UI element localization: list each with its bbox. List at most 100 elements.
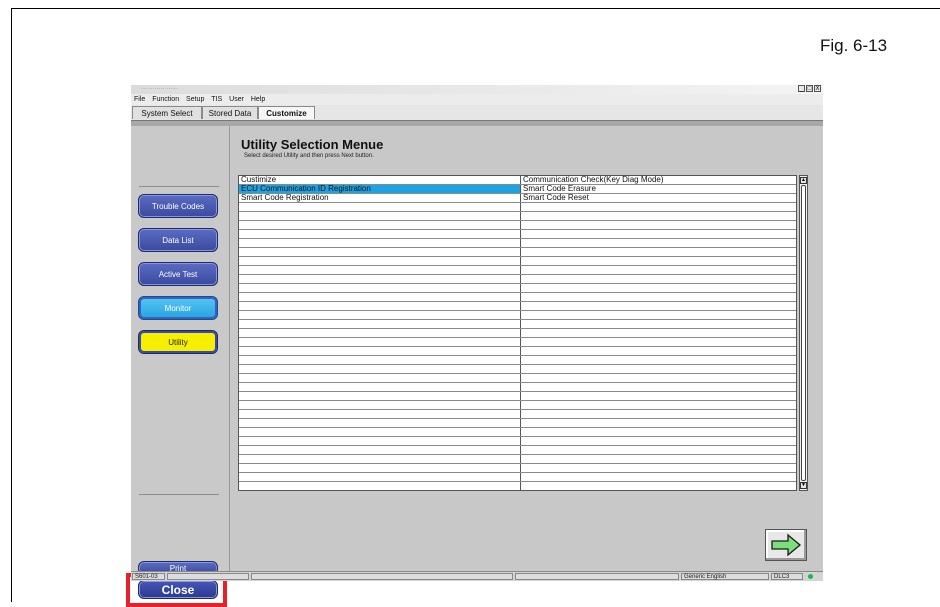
close-button[interactable]: Close (138, 580, 218, 599)
utility-item-right (521, 293, 796, 301)
status-field (251, 573, 513, 580)
menu-tis[interactable]: TIS (211, 96, 222, 103)
utility-item-left (239, 320, 520, 328)
menu-help[interactable]: Help (251, 96, 265, 103)
monitor-button[interactable]: Monitor (138, 296, 218, 320)
utility-item-right (521, 239, 796, 247)
utility-item-right (521, 329, 796, 337)
status-field (167, 573, 249, 580)
utility-item-left (239, 455, 520, 463)
sidebar-separator (139, 186, 219, 187)
active-test-button[interactable]: Active Test (138, 262, 218, 286)
scroll-thumb[interactable] (801, 185, 806, 481)
main-panel: Utility Selection Menue Select desired U… (230, 126, 823, 571)
menu-user[interactable]: User (229, 96, 244, 103)
table-row (239, 392, 796, 401)
figure-label: Fig. 6-13 (820, 36, 888, 55)
sidebar-separator (139, 494, 219, 495)
table-row (239, 284, 796, 293)
utility-item-left (239, 293, 520, 301)
utility-item-left (239, 437, 520, 445)
utility-item-left[interactable]: ECU Communication ID Registration (239, 185, 520, 193)
utility-item-left (239, 284, 520, 292)
utility-item-left (239, 410, 520, 418)
table-row (239, 347, 796, 356)
utility-item-right (521, 455, 796, 463)
table-row (239, 401, 796, 410)
table-row (239, 329, 796, 338)
table-row (239, 437, 796, 446)
table-row (239, 230, 796, 239)
data-list-button[interactable]: Data List (138, 228, 218, 252)
utility-item-left[interactable]: Smart Code Registration (239, 194, 520, 202)
maximize-icon[interactable]: □ (806, 85, 813, 92)
scroll-up-icon[interactable]: ▲ (800, 177, 807, 184)
page-instructions: Select desired Utility and then press Ne… (244, 153, 374, 159)
window-title: ... ........ ...... (141, 84, 178, 91)
table-row (239, 419, 796, 428)
connection-led-icon (808, 574, 813, 579)
table-row (239, 473, 796, 482)
table-row (239, 410, 796, 419)
utility-item-left (239, 257, 520, 265)
table-row (239, 374, 796, 383)
utility-item-left (239, 419, 520, 427)
tab-stored-data[interactable]: Stored Data (202, 106, 258, 119)
utility-item-right (521, 383, 796, 391)
sidebar: Trouble Codes Data List Active Test Moni… (126, 126, 230, 607)
utility-item-left (239, 347, 520, 355)
utility-item-left (239, 383, 520, 391)
tab-customize[interactable]: Customize (258, 106, 315, 119)
utility-item-right (521, 221, 796, 229)
table-row (239, 446, 796, 455)
utility-item-left (239, 464, 520, 472)
utility-item-left (239, 482, 520, 490)
menu-bar: File Function Setup TIS User Help (131, 94, 823, 105)
utility-item-right (521, 320, 796, 328)
utility-item-left (239, 203, 520, 211)
table-row (239, 239, 796, 248)
utility-item-right (521, 374, 796, 382)
table-scrollbar[interactable]: ▲ ▼ (799, 175, 808, 491)
utility-item-right (521, 437, 796, 445)
utility-item-right[interactable]: Communication Check(Key Diag Mode) (521, 176, 796, 184)
utility-item-left[interactable]: Custimize (239, 176, 520, 184)
utility-item-right (521, 410, 796, 418)
minimize-icon[interactable]: _ (798, 85, 805, 92)
utility-item-left (239, 356, 520, 364)
utility-item-right (521, 428, 796, 436)
utility-item-left (239, 473, 520, 481)
table-row (239, 311, 796, 320)
utility-item-right[interactable]: Smart Code Erasure (521, 185, 796, 193)
utility-item-left (239, 446, 520, 454)
table-row (239, 365, 796, 374)
utility-item-right (521, 212, 796, 220)
menu-file[interactable]: File (134, 96, 145, 103)
table-row: Custimize Communication Check(Key Diag Mo… (239, 176, 796, 185)
tab-system-select[interactable]: System Select (132, 106, 202, 119)
utility-item-left (239, 275, 520, 283)
utility-item-right (521, 284, 796, 292)
utility-item-left (239, 365, 520, 373)
utility-item-left (239, 392, 520, 400)
trouble-codes-button[interactable]: Trouble Codes (138, 194, 218, 218)
table-row (239, 338, 796, 347)
utility-item-left (239, 374, 520, 382)
utility-item-left (239, 401, 520, 409)
status-connector: DLC3 (771, 573, 803, 580)
next-button[interactable] (765, 529, 807, 561)
utility-item-right (521, 311, 796, 319)
tab-bar: System Select Stored Data Customize (131, 105, 823, 120)
close-window-icon[interactable]: X (814, 85, 821, 92)
utility-item-right (521, 347, 796, 355)
utility-item-right[interactable]: Smart Code Reset (521, 194, 796, 202)
page-title: Utility Selection Menue (241, 137, 384, 152)
scroll-down-icon[interactable]: ▼ (800, 482, 807, 489)
utility-item-right (521, 401, 796, 409)
utility-button[interactable]: Utility (138, 330, 218, 354)
utility-item-right (521, 365, 796, 373)
utility-item-right (521, 419, 796, 427)
menu-function[interactable]: Function (152, 96, 179, 103)
status-field (515, 573, 679, 580)
menu-setup[interactable]: Setup (186, 96, 204, 103)
